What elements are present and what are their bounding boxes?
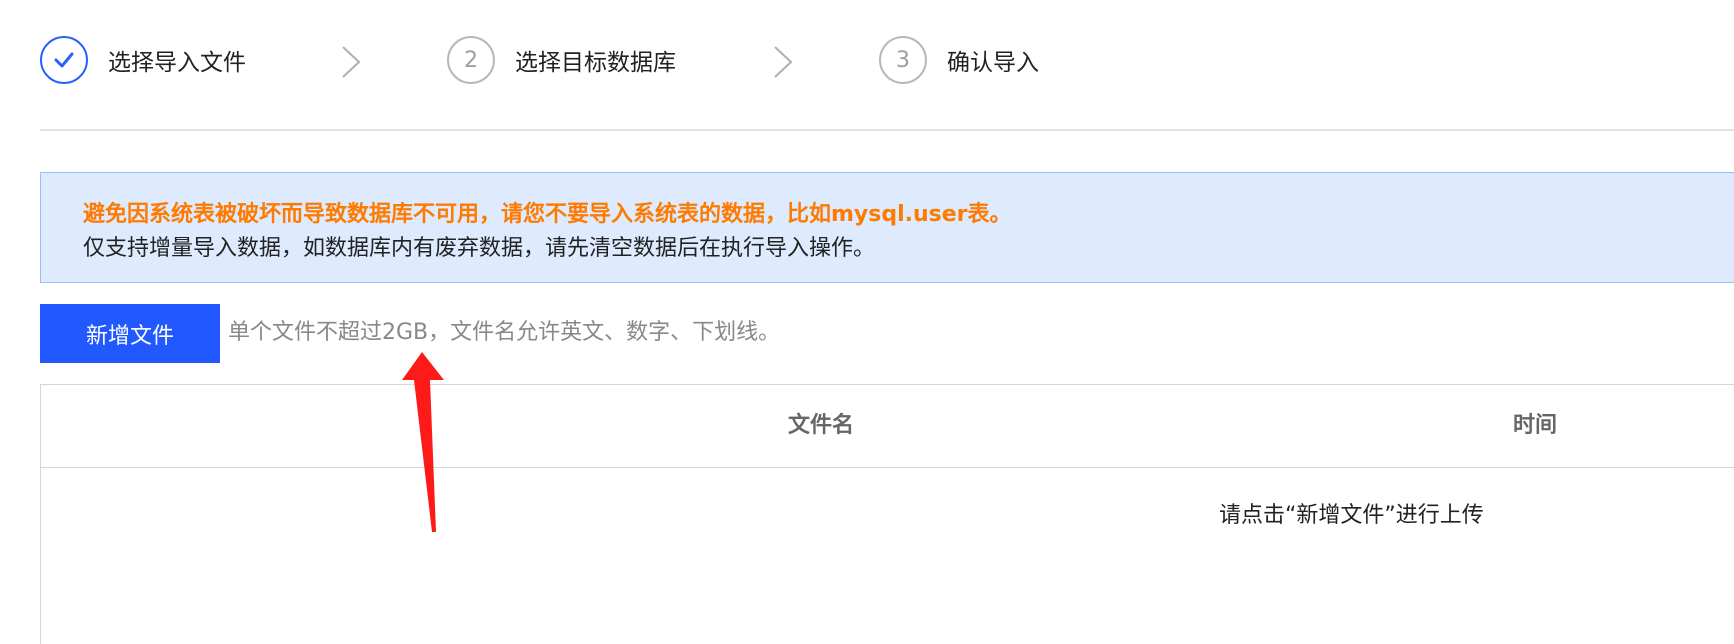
column-header-filename: 文件名 bbox=[788, 413, 855, 438]
import-wizard-page: 选择导入文件 2 选择目标数据库 3 确认导入 避免因系统表被破坏而导致数据库不… bbox=[0, 0, 1734, 644]
step-done-circle bbox=[40, 36, 88, 84]
step-label: 确认导入 bbox=[947, 50, 1039, 76]
red-arrow-icon bbox=[402, 352, 444, 532]
column-header-time: 时间 bbox=[1513, 413, 1558, 438]
chevron-right-icon bbox=[774, 46, 793, 78]
table-header: 文件名 时间 bbox=[41, 385, 1734, 468]
upload-hint: 单个文件不超过2GB，文件名允许英文、数字、下划线。 bbox=[228, 320, 781, 345]
step-label: 选择导入文件 bbox=[108, 50, 246, 76]
notice-warning: 避免因系统表被破坏而导致数据库不可用，请您不要导入系统表的数据，比如mysql.… bbox=[83, 202, 1012, 227]
steps-divider bbox=[40, 129, 1734, 131]
table-empty-text: 请点击“新增文件”进行上传 bbox=[1219, 503, 1484, 528]
step-number-circle: 2 bbox=[447, 36, 495, 84]
notice-info: 仅支持增量导入数据，如数据库内有废弃数据，请先清空数据后在执行导入操作。 bbox=[83, 236, 876, 261]
check-icon bbox=[54, 52, 74, 68]
step-number: 3 bbox=[896, 47, 910, 73]
chevron-right-icon bbox=[342, 46, 361, 78]
step-select-file: 选择导入文件 bbox=[40, 35, 246, 85]
step-number: 2 bbox=[464, 47, 478, 73]
file-table: 文件名 时间 请点击“新增文件”进行上传 bbox=[40, 384, 1734, 644]
step-label: 选择目标数据库 bbox=[515, 50, 676, 76]
step-number-circle: 3 bbox=[879, 36, 927, 84]
step-select-database: 2 选择目标数据库 bbox=[447, 35, 676, 85]
notice-banner: 避免因系统表被破坏而导致数据库不可用，请您不要导入系统表的数据，比如mysql.… bbox=[40, 172, 1734, 283]
add-file-button[interactable]: 新增文件 bbox=[40, 304, 220, 363]
step-confirm-import: 3 确认导入 bbox=[879, 35, 1039, 85]
